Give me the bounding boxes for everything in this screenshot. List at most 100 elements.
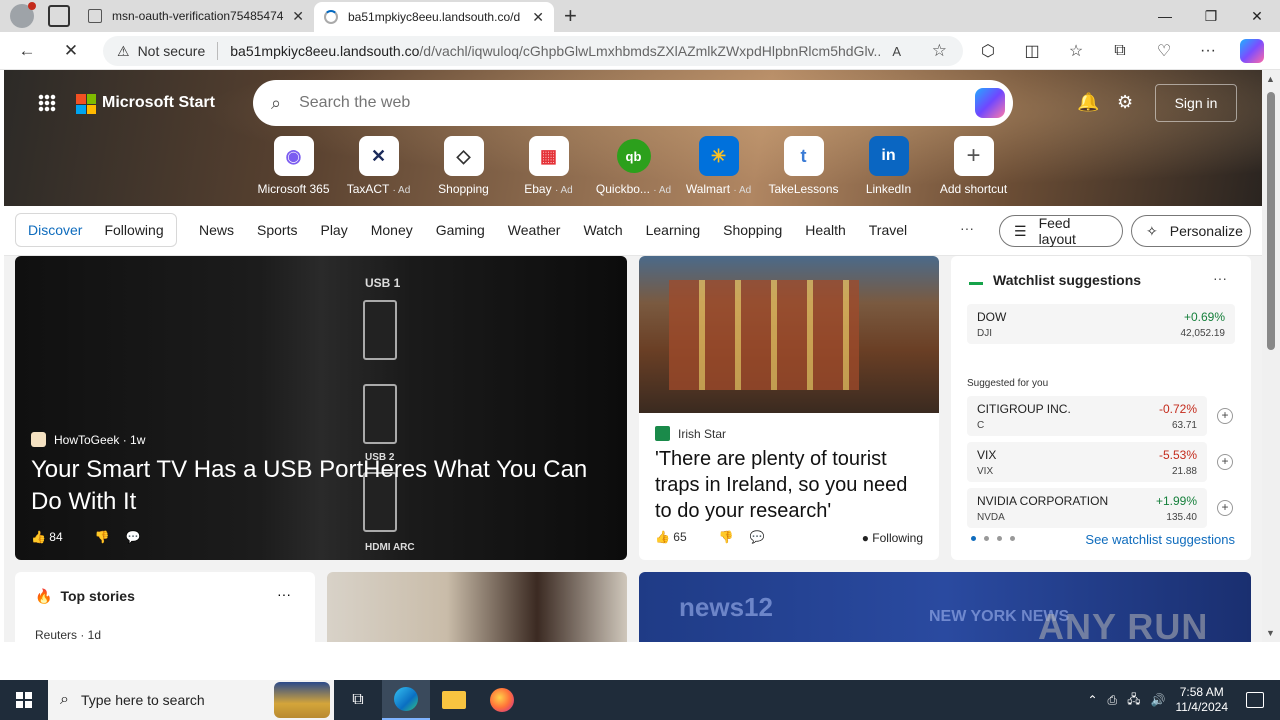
tab-active[interactable]: ba51mpkiyc8eeu.landsouth.co/d ✕ bbox=[314, 2, 554, 32]
story-headline[interactable]: 'There are plenty of tourist traps in Ir… bbox=[655, 446, 927, 524]
edge-taskbar-icon[interactable] bbox=[382, 680, 430, 720]
new-tab-button[interactable]: + bbox=[564, 3, 577, 29]
quote-row[interactable]: NVIDIA CORPORATION NVDA +1.99% 135.40 + bbox=[967, 488, 1233, 528]
walmart-spark-icon: ✳ bbox=[698, 136, 739, 176]
add-to-watchlist-icon[interactable]: + bbox=[1217, 454, 1233, 470]
browser-essentials-icon[interactable]: ♡ bbox=[1142, 36, 1186, 66]
search-highlight-image[interactable] bbox=[274, 682, 330, 718]
scroll-up-icon[interactable]: ▲ bbox=[1266, 74, 1275, 84]
shortcut-microsoft365[interactable]: ◉ Microsoft 365 bbox=[251, 136, 336, 196]
shortcut-ebay[interactable]: ▦ Ebay · Ad bbox=[506, 136, 591, 196]
more-categories-button[interactable]: ··· bbox=[960, 220, 974, 236]
tab-following[interactable]: Following bbox=[104, 222, 163, 238]
quote-row[interactable]: VIX VIX -5.53% 21.88 + bbox=[967, 442, 1233, 482]
minimize-button[interactable]: — bbox=[1142, 0, 1188, 32]
restore-button[interactable]: ❐ bbox=[1188, 0, 1234, 32]
tab-actions-icon[interactable] bbox=[48, 5, 70, 27]
back-button[interactable]: ← bbox=[10, 36, 44, 66]
nav-learning[interactable]: Learning bbox=[646, 222, 701, 238]
search-input[interactable] bbox=[299, 94, 900, 112]
taskbar-search[interactable]: ⌕ Type here to search bbox=[48, 680, 334, 720]
story-card[interactable]: Irish Star 'There are plenty of tourist … bbox=[639, 256, 939, 560]
shortcut-walmart[interactable]: ✳ Walmart · Ad bbox=[676, 136, 761, 196]
close-tab-icon[interactable]: ✕ bbox=[532, 9, 544, 26]
extensions-icon[interactable]: ⬡ bbox=[966, 36, 1010, 66]
microsoft-logo-icon[interactable] bbox=[76, 94, 96, 114]
volume-icon[interactable]: 🔊 bbox=[1151, 693, 1166, 707]
brand-title[interactable]: Microsoft Start bbox=[102, 94, 215, 112]
nav-news[interactable]: News bbox=[199, 222, 234, 238]
notification-center-icon[interactable] bbox=[1246, 692, 1264, 708]
scroll-down-icon[interactable]: ▼ bbox=[1266, 628, 1275, 638]
favorites-icon[interactable]: ☆ bbox=[1054, 36, 1098, 66]
clock[interactable]: 7:58 AM 11/4/2024 bbox=[1176, 685, 1229, 715]
shortcut-taxact[interactable]: ✕ TaxACT · Ad bbox=[336, 136, 421, 196]
shortcut-linkedin[interactable]: in LinkedIn bbox=[846, 136, 931, 196]
feed-layout-button[interactable]: ☰ Feed layout bbox=[999, 215, 1123, 247]
story-headline[interactable]: Your Smart TV Has a USB PortHeres What Y… bbox=[31, 454, 611, 518]
nav-watch[interactable]: Watch bbox=[583, 222, 622, 238]
sign-in-button[interactable]: Sign in bbox=[1155, 84, 1237, 122]
like-button[interactable]: 👍 65 bbox=[655, 530, 703, 544]
see-watchlist-link[interactable]: See watchlist suggestions bbox=[1085, 532, 1235, 547]
nav-play[interactable]: Play bbox=[320, 222, 347, 238]
story-image-card[interactable] bbox=[327, 572, 627, 642]
nav-money[interactable]: Money bbox=[371, 222, 413, 238]
apps-grid-icon[interactable] bbox=[38, 94, 56, 112]
network-icon[interactable]: 🖧 bbox=[1127, 690, 1140, 711]
nav-travel[interactable]: Travel bbox=[869, 222, 907, 238]
nav-weather[interactable]: Weather bbox=[508, 222, 561, 238]
copilot-search-icon[interactable] bbox=[975, 88, 1005, 118]
personalize-button[interactable]: ✧ Personalize bbox=[1131, 215, 1251, 247]
add-to-watchlist-icon[interactable]: + bbox=[1217, 408, 1233, 424]
copilot-icon[interactable] bbox=[1240, 39, 1264, 63]
more-options-icon[interactable]: ··· bbox=[1213, 270, 1227, 286]
carousel-pager[interactable] bbox=[971, 536, 1023, 541]
tray-chevron-icon[interactable]: ⌃ bbox=[1087, 693, 1097, 707]
more-options-icon[interactable]: ··· bbox=[277, 586, 291, 602]
file-explorer-taskbar-icon[interactable] bbox=[430, 680, 478, 720]
collections-icon[interactable]: ⧉ bbox=[1098, 36, 1142, 66]
close-window-button[interactable]: ✕ bbox=[1234, 0, 1280, 32]
warning-icon[interactable]: ⚠ bbox=[117, 43, 130, 60]
shortcut-takelessons[interactable]: t TakeLessons bbox=[761, 136, 846, 196]
dislike-icon[interactable]: 👎 bbox=[719, 530, 734, 544]
favorite-star-icon[interactable]: ☆ bbox=[932, 41, 947, 61]
stop-button[interactable]: ✕ bbox=[54, 36, 88, 66]
search-box[interactable]: ⌕ bbox=[253, 80, 1013, 126]
page-scrollbar[interactable]: ▲ ▼ bbox=[1262, 70, 1280, 642]
nav-sports[interactable]: Sports bbox=[257, 222, 297, 238]
notifications-bell-icon[interactable]: 🔔 bbox=[1077, 92, 1099, 113]
tab-discover[interactable]: Discover bbox=[28, 222, 82, 238]
device-icon[interactable]: ⎙ bbox=[1108, 693, 1118, 708]
task-view-icon[interactable]: ⧉ bbox=[334, 680, 382, 720]
settings-more-icon[interactable]: ··· bbox=[1186, 36, 1230, 66]
shortcut-quickbooks[interactable]: qb Quickbo... · Ad bbox=[591, 136, 676, 196]
read-aloud-icon[interactable]: A bbox=[892, 44, 901, 59]
firefox-taskbar-icon[interactable] bbox=[478, 680, 526, 720]
nav-health[interactable]: Health bbox=[805, 222, 845, 238]
security-label[interactable]: Not secure bbox=[138, 43, 206, 59]
main-story-card[interactable]: USB 1 USB 2 HDMI ARC HowToGeek · 1w Your… bbox=[15, 256, 627, 560]
address-bar[interactable]: ⚠ Not secure ba51mpkiyc8eeu.landsouth.co… bbox=[103, 36, 963, 66]
comment-icon[interactable]: 💬 bbox=[750, 530, 765, 544]
like-button[interactable]: 👍 84 bbox=[31, 530, 79, 544]
quote-row-dow[interactable]: DOW DJI +0.69% 42,052.19 bbox=[967, 304, 1235, 344]
close-tab-icon[interactable]: ✕ bbox=[292, 8, 304, 25]
tab-oauth[interactable]: msn-oauth-verification75485474 ✕ bbox=[78, 0, 314, 32]
quote-row[interactable]: CITIGROUP INC. C -0.72% 63.71 + bbox=[967, 396, 1233, 436]
shortcut-add[interactable]: + Add shortcut bbox=[931, 136, 1016, 196]
nav-shopping[interactable]: Shopping bbox=[723, 222, 782, 238]
add-to-watchlist-icon[interactable]: + bbox=[1217, 500, 1233, 516]
url-text[interactable]: ba51mpkiyc8eeu.landsouth.co/d/vachl/iqwu… bbox=[230, 43, 880, 59]
profile-avatar[interactable] bbox=[10, 2, 36, 28]
scroll-thumb[interactable] bbox=[1267, 92, 1275, 350]
comment-icon[interactable]: 💬 bbox=[126, 530, 141, 544]
following-badge[interactable]: ● Following bbox=[862, 531, 923, 545]
nav-gaming[interactable]: Gaming bbox=[436, 222, 485, 238]
settings-gear-icon[interactable]: ⚙ bbox=[1117, 92, 1133, 113]
split-screen-icon[interactable]: ◫ bbox=[1010, 36, 1054, 66]
dislike-icon[interactable]: 👎 bbox=[95, 530, 110, 544]
shortcut-shopping[interactable]: ◇ Shopping bbox=[421, 136, 506, 196]
start-button[interactable] bbox=[0, 680, 48, 720]
